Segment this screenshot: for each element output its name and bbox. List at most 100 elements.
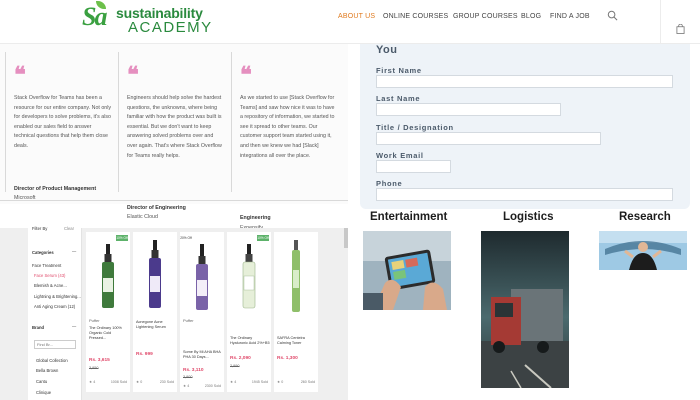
brand-item[interactable]: Bella Brown: [36, 368, 58, 373]
product-rating: 0: [140, 380, 143, 384]
first-name-field[interactable]: [376, 75, 673, 88]
quote-icon: ❝: [14, 62, 26, 88]
research-image: [599, 231, 687, 270]
nav-group-courses[interactable]: GROUP COURSES: [453, 13, 518, 20]
product-name: Acnegone Acne Lightening Serum: [136, 320, 166, 329]
nav-online-courses[interactable]: ONLINE COURSES: [383, 13, 448, 20]
testimonial-author: Director of Product Management: [14, 186, 97, 192]
category-item[interactable]: Anti Aging Cream (12): [34, 304, 75, 309]
star-icon: ★: [136, 380, 140, 384]
nav-about-us[interactable]: ABOUT US: [338, 13, 375, 20]
logo-mark: Sa: [82, 2, 108, 31]
product-sold: 1945 Sold: [251, 380, 268, 384]
top-navbar: Sa sustainability ACADEMY ABOUT US ONLIN…: [0, 0, 700, 44]
product-bottle-image: [292, 240, 300, 312]
product-card[interactable]: 10% Off The Ordinary Hyaluronic Acid 2%+…: [227, 232, 271, 392]
sustainability-academy-logo[interactable]: Sa sustainability ACADEMY: [82, 1, 222, 38]
filter-sidebar: Filter By Clear Categories — Face Treatm…: [28, 226, 82, 400]
brand-title: Brand: [32, 325, 45, 330]
collapse-icon[interactable]: —: [72, 249, 76, 254]
product-name: SAFRA Centelra Calming Toner: [277, 336, 305, 345]
product-rating: 0: [281, 380, 284, 384]
categories-title: Categories: [32, 250, 54, 255]
nav-find-a-job[interactable]: FIND A JOB: [550, 13, 590, 20]
testimonial-author: Engineering: [240, 215, 271, 221]
product-rating: 4: [93, 380, 96, 384]
work-email-label: Work Email: [376, 151, 424, 160]
product-old-price: 2,990: [230, 364, 240, 368]
scrollbar-thumb[interactable]: [344, 228, 348, 248]
product-card[interactable]: Acnegone Acne Lightening Serum Rs. 999 ★…: [133, 232, 177, 392]
title-designation-field[interactable]: [376, 132, 601, 145]
category-item[interactable]: Face Serum (43): [34, 273, 65, 278]
phone-label: Phone: [376, 179, 403, 188]
product-footer: ★ 0 260 Sold: [277, 380, 315, 384]
product-card[interactable]: 20% Off Puffer Some By Mi AHA BHA PHA 30…: [180, 232, 224, 392]
star-icon: ★: [277, 380, 281, 384]
collapse-icon[interactable]: —: [72, 324, 76, 329]
category-item[interactable]: Face Treatment: [32, 263, 61, 268]
product-name: Some By Mi AHA BHA PHA 30 Days...: [183, 350, 221, 359]
product-name: The Ordinary 100% Organic Cold Pressed..…: [89, 326, 122, 340]
product-card[interactable]: 10% Off Puffer The Ordinary 100% Organic…: [86, 232, 130, 392]
testimonial-author: Director of Engineering: [127, 205, 186, 211]
testimonial-quote: Engineers should help solve the hardest …: [127, 95, 222, 159]
testimonial-quote: Stack Overflow for Teams has been a reso…: [14, 95, 112, 149]
phone-field[interactable]: [376, 188, 673, 201]
testimonials-section: ❝ Stack Overflow for Teams has been a re…: [0, 44, 348, 231]
product-sold: 230 Sold: [159, 380, 174, 384]
discount-badge: 10% Off: [257, 235, 269, 241]
shop-preview: Filter By Clear Categories — Face Treatm…: [0, 226, 348, 400]
product-price: Rs. 1,300: [277, 356, 298, 361]
product-bottle-image: [102, 244, 114, 308]
product-price: Rs. 2,090: [230, 356, 251, 361]
brand-item[interactable]: Clinique: [36, 390, 51, 395]
first-name-label: First Name: [376, 66, 422, 75]
category-item[interactable]: Lightning & Brightening...: [34, 294, 81, 299]
brand-search-input[interactable]: [34, 340, 76, 349]
testimonial-quote: As we started to use [Stack Overflow for…: [240, 95, 335, 159]
title-designation-label: Title / Designation: [376, 123, 454, 132]
quote-icon: ❝: [127, 62, 139, 88]
product-rating: 4: [187, 384, 190, 388]
last-name-field[interactable]: [376, 103, 561, 116]
star-icon: ★: [183, 384, 187, 388]
product-rating: 4: [234, 380, 237, 384]
product-card[interactable]: SAFRA Centelra Calming Toner Rs. 1,300 ★…: [274, 232, 318, 392]
nav-blog[interactable]: BLOG: [521, 13, 541, 20]
testimonials-divider: [0, 200, 348, 201]
testimonial-card: ❝ As we started to use [Stack Overflow f…: [231, 52, 343, 231]
filter-clear-link[interactable]: Clear: [64, 226, 74, 231]
industry-title-logistics: Logistics: [503, 211, 554, 223]
product-price: Rs. 999: [136, 352, 153, 357]
industry-title-research: Research: [619, 211, 671, 223]
product-old-price: 3,950: [89, 366, 99, 370]
industry-title-entertainment: Entertainment: [370, 211, 448, 223]
product-sold: 1008 Sold: [110, 380, 127, 384]
form-title: You: [376, 44, 398, 56]
product-footer: ★ 4 1008 Sold: [89, 380, 127, 384]
brand-item[interactable]: Global Collection: [36, 358, 68, 363]
testimonial-company: Elastic Cloud: [127, 214, 158, 220]
filter-header: Filter By: [32, 226, 48, 231]
product-bottle-image: [242, 244, 256, 309]
product-sold: 2300 Sold: [204, 384, 221, 388]
quote-icon: ❝: [240, 62, 252, 88]
work-email-field[interactable]: [376, 160, 451, 173]
entertainment-image: [363, 231, 451, 310]
product-name: The Ordinary Hyaluronic Acid 2%+B5: [230, 336, 270, 345]
product-old-price: 3,900: [183, 375, 193, 379]
last-name-label: Last Name: [376, 94, 421, 103]
logo-line-2: ACADEMY: [128, 19, 213, 36]
contact-form: You First Name Last Name Title / Designa…: [360, 44, 690, 209]
search-icon[interactable]: [607, 10, 618, 21]
discount-badge: 20% Off: [180, 235, 192, 241]
category-item[interactable]: Blemish & Acne...: [34, 283, 67, 288]
product-price: Rs. 3,615: [89, 358, 110, 363]
product-price: Rs. 3,110: [183, 368, 204, 373]
product-brand: Puffer: [183, 318, 194, 323]
product-bottle-image: [196, 244, 208, 310]
shopping-bag-icon[interactable]: [676, 24, 685, 34]
brand-item[interactable]: Cantu: [36, 379, 47, 384]
logistics-image: [481, 231, 569, 388]
